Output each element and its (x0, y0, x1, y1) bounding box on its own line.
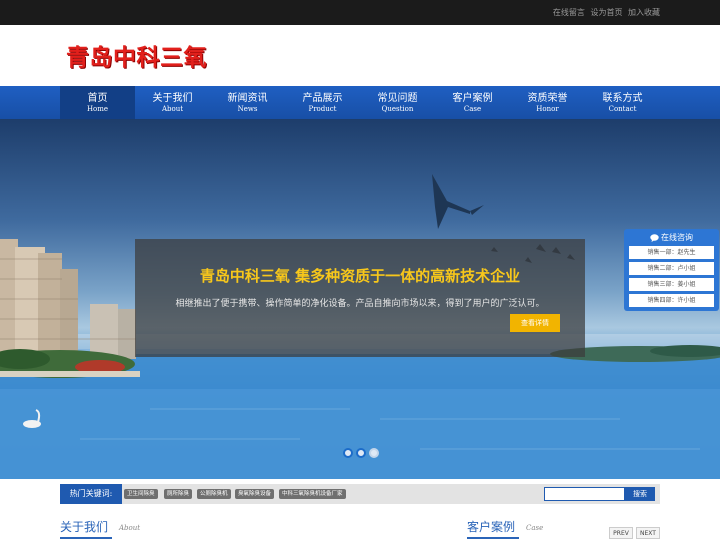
header: 青岛中科三氧 (0, 25, 720, 86)
link-leave-message[interactable]: 在线留言 (553, 8, 585, 17)
hot-keywords-label: 热门关键词: (60, 484, 122, 504)
search-input[interactable] (544, 487, 625, 501)
banner-description: 相继推出了便于携带、操作简单的净化设备。产品自推向市场以来，得到了用户的广泛认可… (175, 299, 545, 309)
banner-title: 青岛中科三氧 集多种资质于一体的高新技术企业 (199, 267, 521, 285)
nav-item-honor[interactable]: 资质荣誉 Honor (510, 86, 585, 119)
nav-item-sublabel: About (161, 105, 184, 113)
next-button[interactable]: NEXT (636, 527, 660, 539)
site-logo[interactable]: 青岛中科三氧 (66, 38, 207, 72)
nav-item-sublabel: Product (308, 105, 337, 113)
prev-button[interactable]: PREV (609, 527, 633, 539)
nav-item-label: 产品展示 (302, 93, 343, 104)
keyword-tag[interactable]: 公厕除臭机 (197, 489, 231, 499)
sales-contact-1[interactable]: 销售一部：赵先生 (629, 246, 714, 259)
keyword-tag[interactable]: 卫生间除臭 (124, 489, 158, 499)
hot-keywords-bar: 热门关键词: 卫生间除臭 厕所除臭 公厕除臭机 臭氧除臭设备 中科三氧除臭机设备… (60, 484, 660, 504)
keyword-tag[interactable]: 臭氧除臭设备 (235, 489, 275, 499)
nav-item-label: 资质荣誉 (527, 93, 568, 104)
search-button[interactable]: 搜索 (625, 487, 655, 501)
section-underline (467, 537, 519, 539)
nav-item-sublabel: Question (381, 105, 414, 113)
nav-item-product[interactable]: 产品展示 Product (285, 86, 360, 119)
nav-item-label: 常见问题 (377, 93, 418, 104)
link-set-homepage[interactable]: 设为首页 (590, 8, 622, 17)
nav-item-label: 首页 (87, 93, 108, 104)
slide-dot-3[interactable] (369, 448, 379, 458)
nav-item-about[interactable]: 关于我们 About (135, 86, 210, 119)
keyword-tag[interactable]: 厕所除臭 (164, 489, 193, 499)
nav-item-home[interactable]: 首页 Home (60, 86, 135, 119)
nav-item-label: 关于我们 (152, 93, 193, 104)
hero-banner: 青岛中科三氧 集多种资质于一体的高新技术企业 相继推出了便于携带、操作简单的净化… (0, 119, 720, 479)
nav-item-case[interactable]: 客户案例 Case (435, 86, 510, 119)
nav-item-sublabel: Contact (608, 105, 637, 113)
nav-item-label: 联系方式 (602, 93, 643, 104)
view-details-button[interactable]: 查看详情 (510, 314, 560, 332)
banner-caption: 青岛中科三氧 集多种资质于一体的高新技术企业 相继推出了便于携带、操作简单的净化… (135, 239, 585, 357)
section-title-case[interactable]: 客户案例 (467, 518, 515, 535)
nav-item-sublabel: Honor (536, 105, 559, 113)
keyword-tag[interactable]: 中科三氧除臭机设备厂家 (279, 489, 346, 499)
slide-dot-1[interactable] (343, 448, 353, 458)
nav-item-label: 新闻资讯 (227, 93, 268, 104)
sales-contact-3[interactable]: 销售三部：姜小姐 (629, 278, 714, 291)
section-subtitle-about: About (119, 524, 141, 532)
nav-item-label: 客户案例 (452, 93, 493, 104)
chat-bubble-icon (650, 234, 659, 242)
sales-contact-2[interactable]: 销售二部：卢小姐 (629, 262, 714, 275)
online-consult-panel: 在线咨询 销售一部：赵先生 销售二部：卢小姐 销售三部：姜小姐 销售四部：许小姐 (624, 229, 719, 311)
section-title-about[interactable]: 关于我们 (60, 518, 108, 535)
online-consult-header[interactable]: 在线咨询 (624, 232, 719, 243)
nav-item-news[interactable]: 新闻资讯 News (210, 86, 285, 119)
nav-item-sublabel: News (237, 105, 258, 113)
nav-item-question[interactable]: 常见问题 Question (360, 86, 435, 119)
section-underline (60, 537, 112, 539)
section-subtitle-case: Case (526, 524, 544, 532)
sales-contact-4[interactable]: 销售四部：许小姐 (629, 294, 714, 307)
main-nav: 首页 Home 关于我们 About 新闻资讯 News 产品展示 Produc… (0, 86, 720, 119)
online-consult-title: 在线咨询 (661, 233, 693, 242)
nav-item-sublabel: Case (463, 105, 482, 113)
top-links: 在线留言 设为首页 加入收藏 (550, 7, 660, 18)
nav-item-sublabel: Home (86, 105, 109, 113)
top-bar: 在线留言 设为首页 加入收藏 (0, 0, 720, 25)
link-add-favorite[interactable]: 加入收藏 (628, 8, 660, 17)
nav-item-contact[interactable]: 联系方式 Contact (585, 86, 660, 119)
slide-dot-2[interactable] (356, 448, 366, 458)
